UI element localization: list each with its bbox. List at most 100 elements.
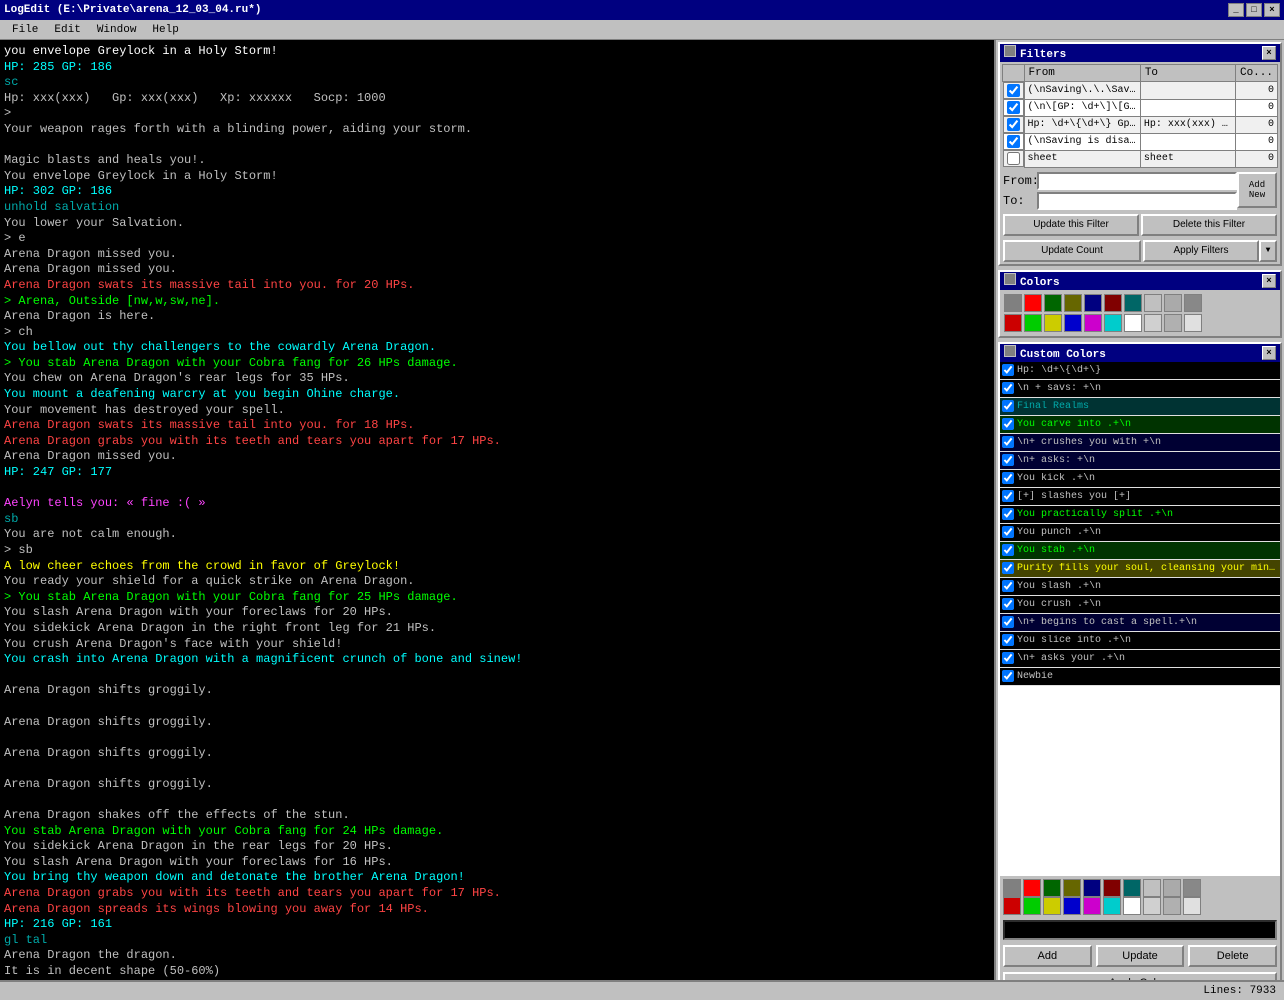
custom-color-checkbox-0[interactable] bbox=[1002, 364, 1014, 376]
color-swatch[interactable] bbox=[1024, 294, 1042, 312]
color-swatch[interactable] bbox=[1024, 314, 1042, 332]
custom-color-checkbox-1[interactable] bbox=[1002, 382, 1014, 394]
custom-color-item[interactable]: Hp: \d+\{\d+\} bbox=[1000, 362, 1280, 380]
custom-color-checkbox-15[interactable] bbox=[1002, 634, 1014, 646]
custom-color-item[interactable]: \n+ asks: +\n bbox=[1000, 452, 1280, 470]
custom-colors-close-button[interactable]: × bbox=[1262, 346, 1276, 360]
color-swatch[interactable] bbox=[1124, 294, 1142, 312]
color-swatch[interactable] bbox=[1104, 314, 1122, 332]
bottom-color-swatch[interactable] bbox=[1103, 879, 1121, 897]
bottom-color-swatch[interactable] bbox=[1143, 897, 1161, 915]
update-color-button[interactable]: Update bbox=[1096, 945, 1185, 967]
close-button[interactable]: × bbox=[1264, 3, 1280, 17]
bottom-color-swatch[interactable] bbox=[1063, 879, 1081, 897]
filter-checkbox-3[interactable] bbox=[1007, 135, 1020, 148]
custom-color-checkbox-16[interactable] bbox=[1002, 652, 1014, 664]
update-count-button[interactable]: Update Count bbox=[1003, 240, 1141, 262]
color-swatch[interactable] bbox=[1104, 294, 1122, 312]
custom-color-checkbox-3[interactable] bbox=[1002, 418, 1014, 430]
custom-color-checkbox-11[interactable] bbox=[1002, 562, 1014, 574]
bottom-color-swatch[interactable] bbox=[1103, 897, 1121, 915]
custom-color-item[interactable]: You slash .+\n bbox=[1000, 578, 1280, 596]
custom-color-item[interactable]: You kick .+\n bbox=[1000, 470, 1280, 488]
color-swatch[interactable] bbox=[1164, 314, 1182, 332]
custom-color-item[interactable]: Final Realms bbox=[1000, 398, 1280, 416]
filters-close-button[interactable]: × bbox=[1262, 46, 1276, 60]
custom-color-item[interactable]: \n+ begins to cast a spell.+\n bbox=[1000, 614, 1280, 632]
custom-color-checkbox-5[interactable] bbox=[1002, 454, 1014, 466]
minimize-button[interactable]: _ bbox=[1228, 3, 1244, 17]
custom-color-checkbox-12[interactable] bbox=[1002, 580, 1014, 592]
filter-from-input[interactable] bbox=[1037, 172, 1237, 190]
apply-filters-dropdown[interactable]: ▼ bbox=[1259, 240, 1277, 262]
color-swatch[interactable] bbox=[1184, 294, 1202, 312]
bottom-color-swatch[interactable] bbox=[1123, 879, 1141, 897]
color-swatch[interactable] bbox=[1144, 314, 1162, 332]
maximize-button[interactable]: □ bbox=[1246, 3, 1262, 17]
custom-color-item[interactable]: \n+ crushes you with +\n bbox=[1000, 434, 1280, 452]
menu-window[interactable]: Window bbox=[89, 22, 145, 38]
custom-color-item[interactable]: Newbie bbox=[1000, 668, 1280, 686]
filter-checkbox-1[interactable] bbox=[1007, 101, 1020, 114]
bottom-color-swatch[interactable] bbox=[1003, 879, 1021, 897]
colors-close-button[interactable]: × bbox=[1262, 274, 1276, 288]
bottom-color-swatch[interactable] bbox=[1023, 879, 1041, 897]
custom-color-item[interactable]: You crush .+\n bbox=[1000, 596, 1280, 614]
custom-color-checkbox-10[interactable] bbox=[1002, 544, 1014, 556]
bottom-color-swatch[interactable] bbox=[1143, 879, 1161, 897]
color-swatch[interactable] bbox=[1064, 314, 1082, 332]
custom-color-checkbox-14[interactable] bbox=[1002, 616, 1014, 628]
color-swatch[interactable] bbox=[1084, 314, 1102, 332]
custom-color-checkbox-7[interactable] bbox=[1002, 490, 1014, 502]
bottom-color-swatch[interactable] bbox=[1183, 897, 1201, 915]
color-swatch[interactable] bbox=[1184, 314, 1202, 332]
color-swatch[interactable] bbox=[1124, 314, 1142, 332]
add-new-button[interactable]: Add New bbox=[1237, 172, 1277, 208]
color-swatch[interactable] bbox=[1004, 314, 1022, 332]
custom-color-item[interactable]: You stab .+\n bbox=[1000, 542, 1280, 560]
color-swatch[interactable] bbox=[1044, 294, 1062, 312]
color-swatch[interactable] bbox=[1004, 294, 1022, 312]
custom-color-checkbox-17[interactable] bbox=[1002, 670, 1014, 682]
custom-color-checkbox-6[interactable] bbox=[1002, 472, 1014, 484]
custom-color-item[interactable]: Purity fills your soul, cleansing your m… bbox=[1000, 560, 1280, 578]
add-color-button[interactable]: Add bbox=[1003, 945, 1092, 967]
custom-color-item[interactable]: You carve into .+\n bbox=[1000, 416, 1280, 434]
custom-color-item[interactable]: \n+ asks your .+\n bbox=[1000, 650, 1280, 668]
custom-color-checkbox-8[interactable] bbox=[1002, 508, 1014, 520]
filter-checkbox-4[interactable] bbox=[1007, 152, 1020, 165]
custom-color-checkbox-9[interactable] bbox=[1002, 526, 1014, 538]
bottom-color-swatch[interactable] bbox=[1003, 897, 1021, 915]
bottom-color-swatch[interactable] bbox=[1043, 879, 1061, 897]
custom-color-checkbox-13[interactable] bbox=[1002, 598, 1014, 610]
update-filter-button[interactable]: Update this Filter bbox=[1003, 214, 1139, 236]
filter-checkbox-0[interactable] bbox=[1007, 84, 1020, 97]
menu-edit[interactable]: Edit bbox=[46, 22, 88, 38]
bottom-color-swatch[interactable] bbox=[1023, 897, 1041, 915]
color-swatch[interactable] bbox=[1164, 294, 1182, 312]
bottom-color-swatch[interactable] bbox=[1183, 879, 1201, 897]
custom-color-item[interactable]: You practically split .+\n bbox=[1000, 506, 1280, 524]
delete-filter-button[interactable]: Delete this Filter bbox=[1141, 214, 1277, 236]
color-input[interactable] bbox=[1003, 920, 1277, 940]
custom-color-item[interactable]: \n + savs: +\n bbox=[1000, 380, 1280, 398]
bottom-color-swatch[interactable] bbox=[1123, 897, 1141, 915]
bottom-color-swatch[interactable] bbox=[1083, 879, 1101, 897]
terminal[interactable]: you envelope Greylock in a Holy Storm!HP… bbox=[0, 40, 994, 1000]
bottom-color-swatch[interactable] bbox=[1083, 897, 1101, 915]
custom-color-item[interactable]: You punch .+\n bbox=[1000, 524, 1280, 542]
custom-color-checkbox-2[interactable] bbox=[1002, 400, 1014, 412]
bottom-color-swatch[interactable] bbox=[1163, 897, 1181, 915]
custom-color-checkbox-4[interactable] bbox=[1002, 436, 1014, 448]
apply-filters-button[interactable]: Apply Filters bbox=[1143, 240, 1259, 262]
color-swatch[interactable] bbox=[1064, 294, 1082, 312]
filter-checkbox-2[interactable] bbox=[1007, 118, 1020, 131]
filter-to-input[interactable] bbox=[1037, 192, 1237, 210]
color-swatch[interactable] bbox=[1044, 314, 1062, 332]
custom-color-item[interactable]: [+] slashes you [+] bbox=[1000, 488, 1280, 506]
color-swatch[interactable] bbox=[1144, 294, 1162, 312]
custom-color-item[interactable]: You slice into .+\n bbox=[1000, 632, 1280, 650]
color-swatch[interactable] bbox=[1084, 294, 1102, 312]
menu-help[interactable]: Help bbox=[144, 22, 186, 38]
bottom-color-swatch[interactable] bbox=[1043, 897, 1061, 915]
